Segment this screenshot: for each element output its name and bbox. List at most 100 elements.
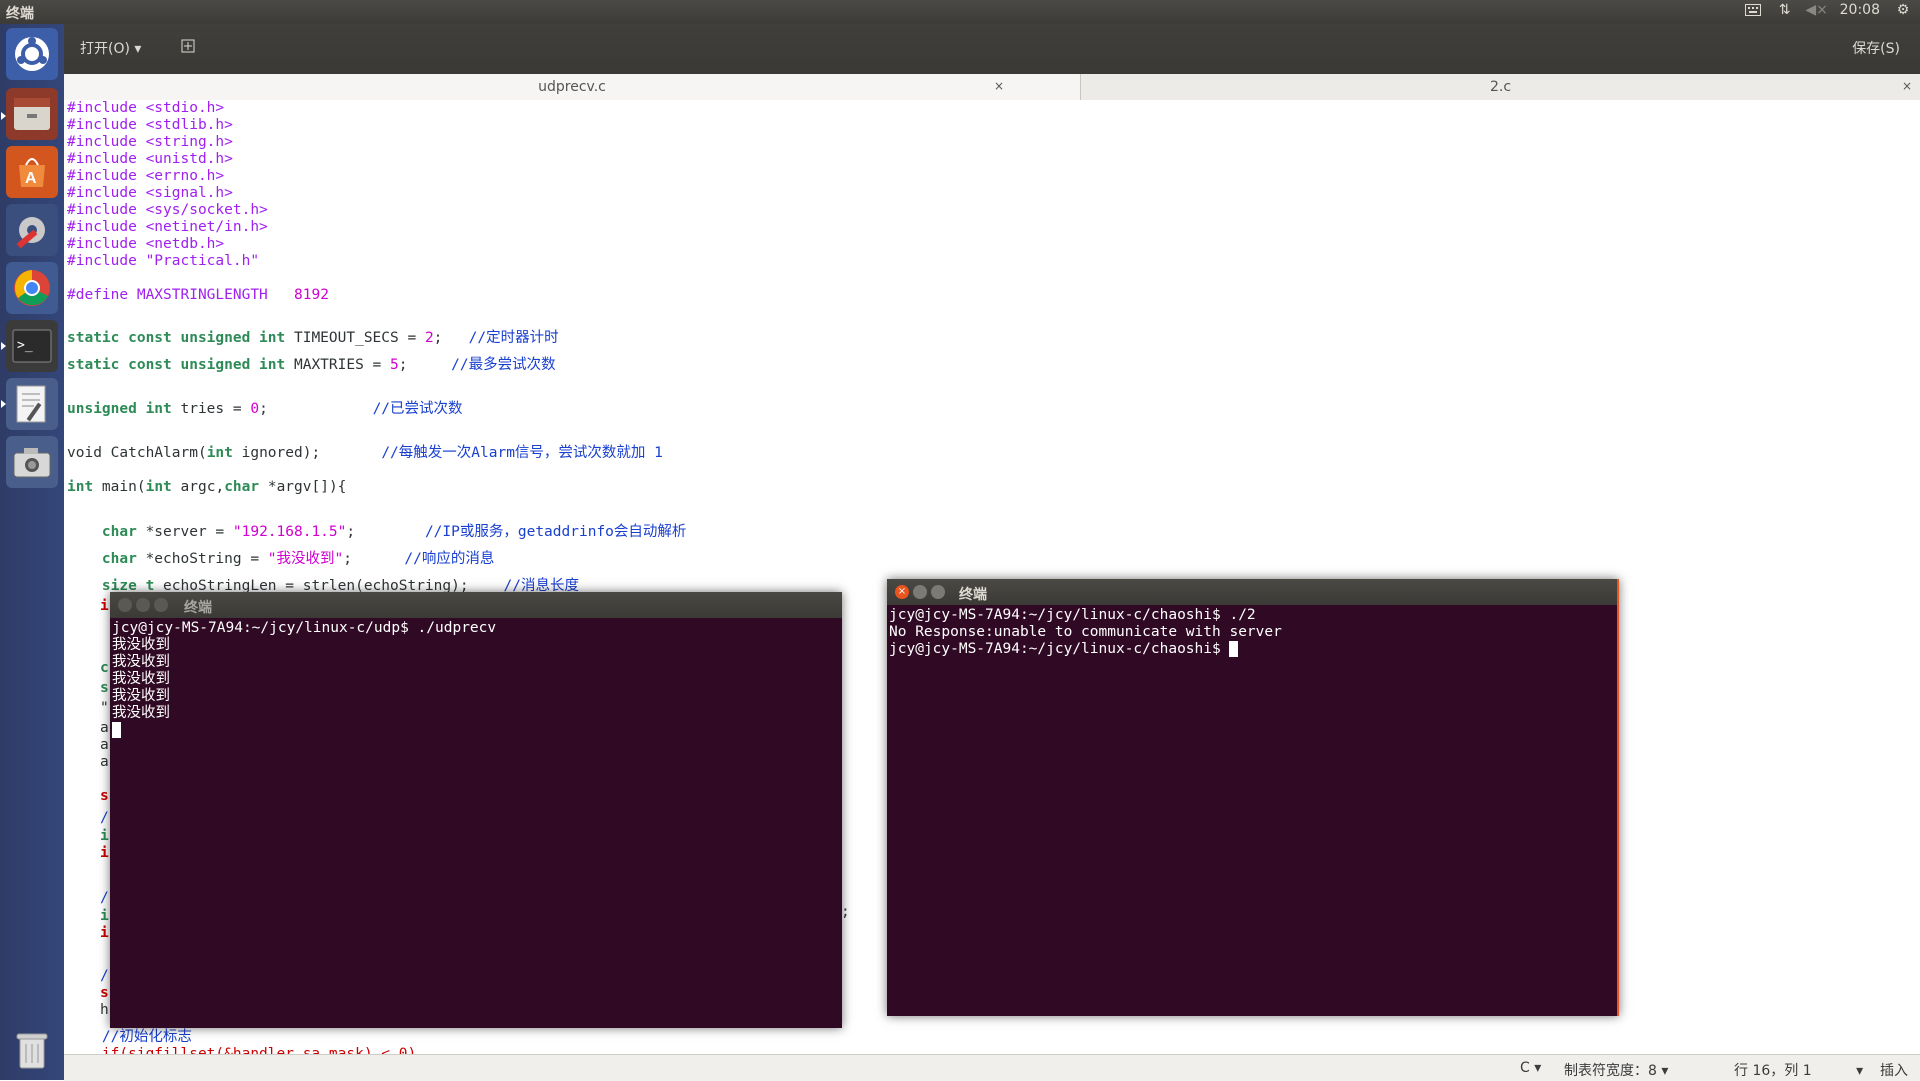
code-comment: //IP或服务，getaddrinfo会自动解析 [424,524,687,540]
maximize-window-button[interactable] [154,598,168,612]
code-text: *argv[]){ [259,479,347,495]
code-comment: //响应的消息 [404,551,495,567]
code-line: static const unsigned int TIMEOUT_SECS =… [67,326,559,347]
code-text: ignored); [232,445,321,461]
save-button[interactable]: 保存(S) [1852,38,1900,58]
cursor-position-label: 行 16，列 1 [1734,1063,1812,1079]
status-bar: C ▾ 制表符宽度：8 ▾ 行 16，列 1 ▾ 插入 [64,1054,1920,1081]
code-line: if(sigfillset(&handler.sa_mask) < 0) [67,1046,416,1054]
terminal-line: 我没收到 [112,654,170,670]
code-line: #include <sys/socket.h> [67,202,268,218]
code-keyword: int [145,479,172,495]
terminal-window-left[interactable]: 终端 jcy@jcy-MS-7A94:~/jcy/linux-c/udp$ ./… [110,592,842,1028]
gear-icon[interactable]: ⚙ [1894,2,1912,18]
launcher: A >_ [0,24,64,1080]
code-text: if(sigfillset(&handler.sa_mask) < 0) [101,1046,417,1054]
close-window-button[interactable]: × [895,585,909,599]
tab-label: 2.c [1489,79,1512,95]
code-fragment: i [100,598,109,614]
system-settings-icon[interactable] [6,204,58,256]
code-line: #include <string.h> [67,134,233,150]
terminal-line: No Response:unable to communicate with s… [889,624,1282,640]
keyboard-icon[interactable] [1744,2,1762,18]
network-icon[interactable]: ⇅ [1776,2,1794,18]
maximize-window-button[interactable] [931,585,945,599]
code-fragment: i [100,828,109,844]
new-document-button[interactable] [180,38,196,58]
code-fragment: a [100,737,109,753]
terminal-output[interactable]: jcy@jcy-MS-7A94:~/jcy/linux-c/chaoshi$ .… [887,605,1617,1016]
editor-headerbar: 打开(O) ▾ 保存(S) [64,24,1920,74]
svg-text:>_: >_ [17,338,33,353]
terminal-line: 我没收到 [112,688,170,704]
code-text: argc, [171,479,225,495]
code-string: "192.168.1.5" [232,524,347,540]
software-center-icon[interactable]: A [6,146,58,198]
code-fragment: s [100,788,109,804]
terminal-title: 终端 [959,587,987,603]
chevron-down-icon: ▾ [134,41,142,57]
text-editor-icon[interactable] [6,378,58,430]
chrome-icon[interactable] [6,262,58,314]
define-value: 8192 [294,287,329,303]
code-text: TIMEOUT_SECS = [285,330,425,346]
close-icon[interactable]: × [994,79,1004,93]
cursor-position[interactable]: 行 16，列 1 ▾ [1734,1060,1863,1080]
close-window-button[interactable] [118,598,132,612]
code-text: MAXTRIES = [285,357,391,373]
tab-width-selector[interactable]: 制表符宽度：8 ▾ [1564,1060,1668,1080]
terminal-window-right[interactable]: × 终端 jcy@jcy-MS-7A94:~/jcy/linux-c/chaos… [887,579,1619,1016]
code-line: //初始化标志 [67,1025,192,1046]
code-text: ; [259,401,268,417]
code-comment: //最多尝试次数 [451,357,556,373]
trash-icon[interactable] [6,1024,58,1076]
code-text: *echoString = [136,551,268,567]
code-fragment: / [100,890,109,906]
open-button[interactable]: 打开(O) ▾ [80,38,141,58]
chevron-down-icon: ▾ [1661,1063,1669,1079]
ubuntu-dash-icon[interactable] [6,28,58,80]
terminal-cursor-line [112,722,840,739]
code-number: 5 [390,357,399,373]
text-cursor [1229,641,1239,657]
minimize-window-button[interactable] [136,598,150,612]
tab-label: udprecv.c [538,79,606,95]
insert-mode[interactable]: 插入 [1880,1060,1908,1080]
terminal-icon[interactable]: >_ [6,320,58,372]
code-keyword: static const unsigned int [67,330,286,346]
clock[interactable]: 20:08 [1840,2,1880,18]
terminal-prompt-line: jcy@jcy-MS-7A94:~/jcy/linux-c/chaoshi$ [889,641,1615,658]
code-text: ; [343,551,352,567]
code-keyword: int [206,445,233,461]
close-icon[interactable]: × [1902,79,1912,93]
terminal-titlebar[interactable]: 终端 [110,592,842,618]
chevron-down-icon: ▾ [1856,1063,1864,1079]
code-line: #include <stdlib.h> [67,117,233,133]
code-fragment: h [100,1002,109,1018]
screenshot-icon[interactable] [6,436,58,488]
language-label: C [1520,1060,1530,1076]
code-fragment: i [100,925,109,941]
code-fragment: i [100,908,109,924]
code-fragment: " [100,700,109,716]
terminal-titlebar[interactable]: × 终端 [887,579,1617,605]
code-text: main( [93,479,146,495]
code-fragment: ; [841,904,850,920]
minimize-window-button[interactable] [913,585,927,599]
code-keyword: static const unsigned int [67,357,286,373]
code-line: #include <netdb.h> [67,236,225,252]
code-line: #include <stdio.h> [67,100,225,116]
terminal-output[interactable]: jcy@jcy-MS-7A94:~/jcy/linux-c/udp$ ./udp… [110,618,842,1028]
terminal-line: 我没收到 [112,671,170,687]
tab-2c[interactable]: 2.c [1081,74,1920,100]
code-text: void CatchAlarm( [67,445,207,461]
code-line: static const unsigned int MAXTRIES = 5; … [67,353,556,374]
code-text: ; [398,357,408,373]
language-selector[interactable]: C ▾ [1520,1060,1541,1076]
code-line: #define MAXSTRINGLENGTH 8192 [67,287,329,303]
code-line: #include <unistd.h> [67,151,233,167]
volume-muted-icon[interactable]: ◀× [1805,2,1828,18]
files-icon[interactable] [6,88,58,140]
code-text: tries = [171,401,251,417]
tab-udprecv[interactable]: udprecv.c [64,74,1080,100]
